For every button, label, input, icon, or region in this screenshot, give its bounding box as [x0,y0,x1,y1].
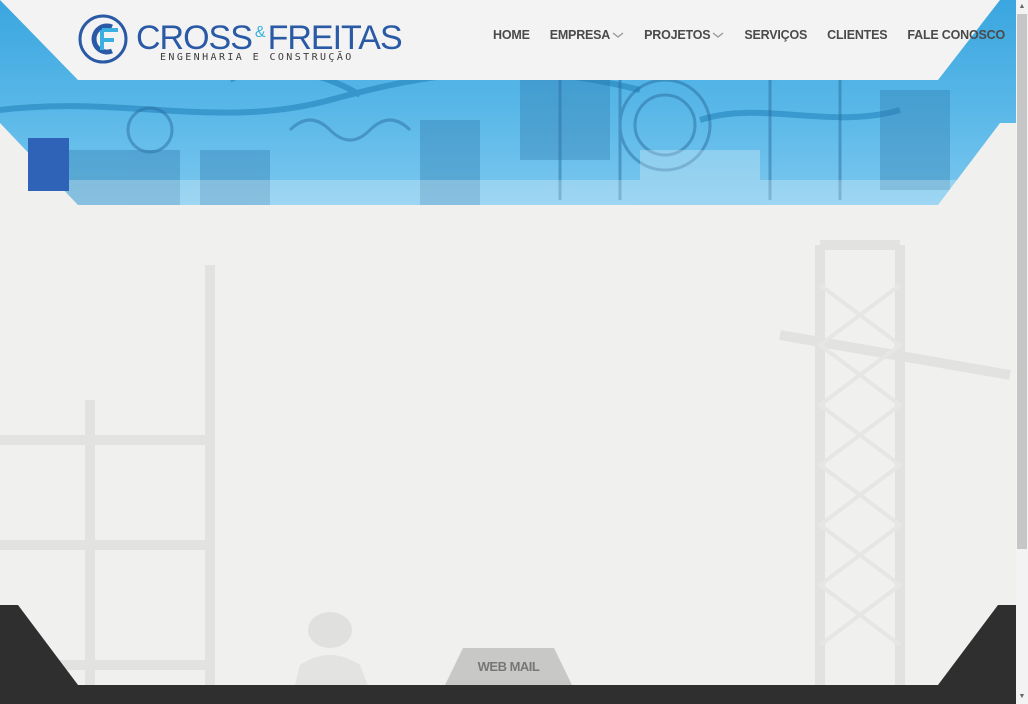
side-accent-tab [28,138,69,191]
chevron-down-icon [612,32,624,38]
hero-edge-shape [0,123,1016,205]
nav-item-home[interactable]: HOME [493,28,530,42]
brand-logo[interactable]: CROSS &FREITAS ENGENHARIA E CONSTRUÇÃO [78,14,403,66]
brand-name: CROSS &FREITAS [136,19,403,57]
page-scrollbar[interactable]: ▲ ▼ [1016,0,1028,704]
scrollbar-thumb[interactable] [1017,14,1027,549]
nav-item-projetos[interactable]: PROJETOS [644,28,724,42]
arrow-up-icon[interactable]: ▲ [1016,0,1028,14]
nav-item-fale-conosco[interactable]: FALE CONOSCO [907,28,1005,42]
brand-tagline: ENGENHARIA E CONSTRUÇÃO [160,52,354,63]
nav-item-servicos[interactable]: SERVIÇOS [744,28,807,42]
nav-item-empresa[interactable]: EMPRESA [550,28,624,42]
cf-logo-icon [78,14,128,64]
arrow-down-icon[interactable]: ▼ [1016,690,1028,704]
webmail-label: WEB MAIL [477,659,540,674]
chevron-down-icon [712,32,724,38]
nav-item-clientes[interactable]: CLIENTES [827,28,887,42]
main-nav: HOME EMPRESA PROJETOS SERVIÇOS CLIENTES … [493,28,1005,42]
webmail-button[interactable]: WEB MAIL [445,648,572,685]
